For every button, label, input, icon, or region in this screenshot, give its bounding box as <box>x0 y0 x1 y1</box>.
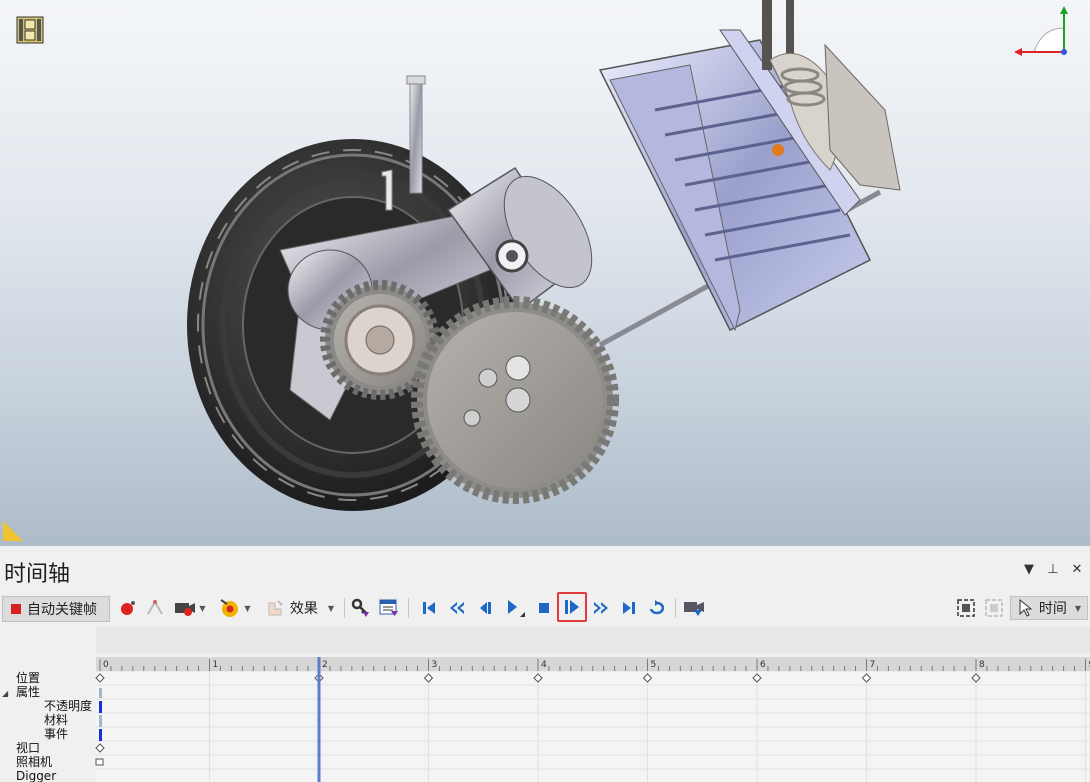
timeline-toolbar: 自动关键帧 ▼ ▼ 效果 ▼ <box>0 592 1090 624</box>
step-back-button[interactable] <box>474 596 496 620</box>
ruler-tick-label: 1 <box>213 660 219 670</box>
toolbar-divider <box>675 598 676 618</box>
auto-keyframe-label: 自动关键帧 <box>27 599 97 619</box>
engine-model[interactable] <box>0 0 1090 544</box>
camera-key-icon[interactable] <box>96 759 103 765</box>
fit-view-button[interactable] <box>954 596 978 620</box>
step-forward-button[interactable] <box>557 592 587 622</box>
play-icon <box>504 598 526 618</box>
effects-button[interactable]: 效果 ▼ <box>262 596 338 620</box>
camera-output-button[interactable] <box>682 596 706 620</box>
film-icon[interactable] <box>16 16 44 44</box>
expand-arrow-icon[interactable]: ◢ <box>2 689 9 698</box>
effects-icon <box>266 599 286 617</box>
track-label[interactable]: 材料 <box>44 713 68 727</box>
toolbar-divider <box>344 598 345 618</box>
ruler-tick-label: 6 <box>760 660 766 670</box>
rewind-icon <box>448 600 466 616</box>
track-label[interactable]: 视口 <box>16 740 40 755</box>
chevron-down-icon[interactable]: ▼ <box>1075 604 1081 613</box>
track-bar[interactable] <box>99 688 102 698</box>
add-key-button[interactable] <box>118 596 138 620</box>
ruler-tick-label: 4 <box>541 660 547 670</box>
track-list-icon <box>379 599 399 617</box>
ruler-tick-label: 5 <box>651 660 657 670</box>
toolbar-divider <box>408 598 409 618</box>
3d-viewport[interactable] <box>0 0 1090 544</box>
track-label[interactable]: 位置 <box>16 671 40 685</box>
track-area[interactable]: 位置 ◢ 属性不透明度材料事件视口照相机Digger <box>0 671 1090 782</box>
fast-forward-icon <box>592 600 610 616</box>
ruler-tick-label: 0 <box>103 660 109 670</box>
corner-triangle-icon <box>3 521 23 541</box>
zoom-view-button[interactable] <box>982 596 1006 620</box>
go-to-start-button[interactable] <box>418 596 440 620</box>
stop-button[interactable] <box>534 596 554 620</box>
ruler-tick-label: 7 <box>870 660 876 670</box>
track-label[interactable]: 照相机 <box>16 755 52 769</box>
timeline-header-bar <box>96 627 1090 653</box>
small-gear <box>325 285 435 395</box>
pointer-icon <box>1017 599 1033 617</box>
track-label[interactable]: Digger <box>16 769 56 782</box>
motion-path-button[interactable] <box>144 596 166 620</box>
large-gear <box>417 302 613 498</box>
ruler-tick-label: 8 <box>979 660 985 670</box>
zoom-view-icon <box>984 598 1004 618</box>
time-ruler[interactable]: 0123456789 <box>96 657 1090 671</box>
camera-output-icon <box>683 599 705 617</box>
track-bar[interactable] <box>99 701 102 713</box>
filter-icon <box>219 598 241 618</box>
pin-icon[interactable]: ⊥ <box>1046 562 1060 577</box>
track-bar[interactable] <box>99 715 102 727</box>
loop-button[interactable] <box>646 596 668 620</box>
camera-key-button[interactable]: ▼ <box>172 596 208 620</box>
chevron-down-icon[interactable]: ▼ <box>328 604 334 613</box>
key-dot-icon <box>119 599 137 617</box>
chevron-down-icon[interactable]: ▼ <box>244 604 250 613</box>
timeline-panel: 时间轴 ▼ ⊥ ✕ 自动关键帧 ▼ ▼ 效果 ▼ <box>0 544 1090 782</box>
camera-key-icon <box>174 599 196 617</box>
panel-title: 时间轴 <box>4 556 70 588</box>
close-icon[interactable]: ✕ <box>1070 562 1084 577</box>
key-filter-icon <box>351 598 371 618</box>
fast-forward-button[interactable] <box>590 596 612 620</box>
go-to-end-button[interactable] <box>618 596 640 620</box>
track-label[interactable]: 属性 <box>16 685 40 699</box>
stop-icon <box>537 601 551 615</box>
motion-path-icon <box>145 599 165 617</box>
panel-controls: ▼ ⊥ ✕ <box>1022 562 1084 577</box>
ruler-tick-label: 3 <box>432 660 438 670</box>
track-label[interactable]: 事件 <box>44 727 68 741</box>
filter-button[interactable]: ▼ <box>216 596 254 620</box>
track-label[interactable]: 不透明度 <box>44 698 92 713</box>
step-back-icon <box>477 600 493 616</box>
chevron-down-icon[interactable]: ▼ <box>199 604 205 613</box>
fit-view-icon <box>956 598 976 618</box>
go-to-start-icon <box>421 600 437 616</box>
time-mode-label: 时间 <box>1039 598 1067 618</box>
play-button[interactable] <box>502 596 528 620</box>
time-mode-button[interactable]: 时间 ▼ <box>1010 596 1088 620</box>
effects-label: 效果 <box>290 598 318 618</box>
go-to-end-icon <box>621 600 637 616</box>
ruler-tick-label: 2 <box>322 660 328 670</box>
axis-gizmo-icon[interactable] <box>1012 6 1078 56</box>
record-icon <box>11 604 21 614</box>
track-list-button[interactable] <box>378 596 400 620</box>
key-filter-button[interactable] <box>350 596 372 620</box>
step-forward-icon <box>563 598 581 616</box>
loop-icon <box>647 600 667 616</box>
panel-menu-dropdown-icon[interactable]: ▼ <box>1022 562 1036 577</box>
auto-keyframe-button[interactable]: 自动关键帧 <box>2 596 110 622</box>
rewind-button[interactable] <box>446 596 468 620</box>
track-bar[interactable] <box>99 729 102 741</box>
